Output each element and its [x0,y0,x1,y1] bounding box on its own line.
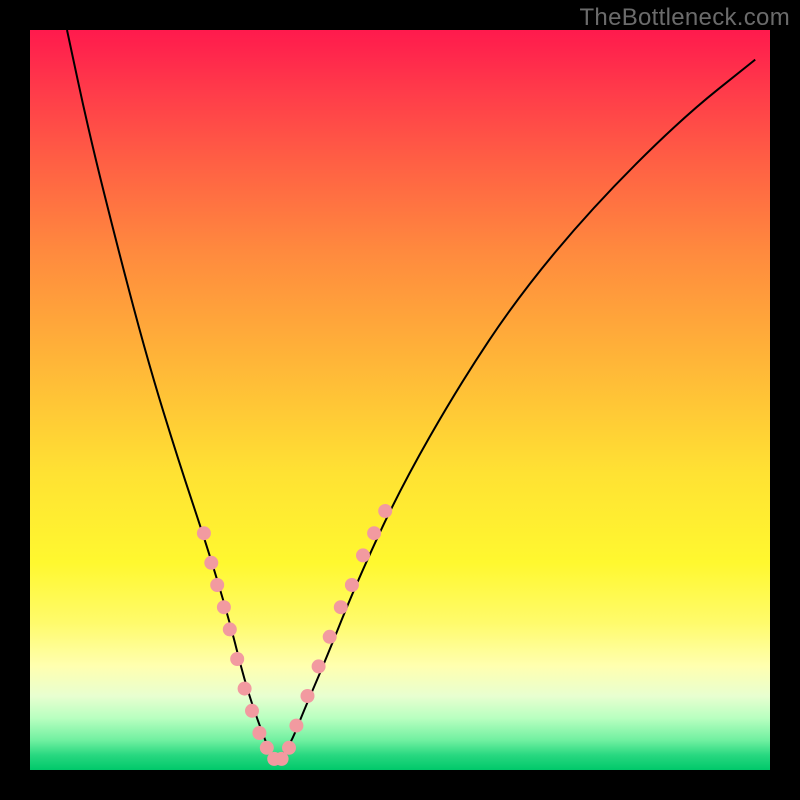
data-dot [323,630,337,644]
data-dot [282,741,296,755]
data-dot [367,526,381,540]
data-dot [345,578,359,592]
data-dot [378,504,392,518]
data-dot [230,652,244,666]
chart-frame: TheBottleneck.com [0,0,800,800]
watermark-text: TheBottleneck.com [579,4,790,32]
data-dot [289,719,303,733]
data-dot [356,548,370,562]
dot-cluster [197,504,392,766]
data-dot [301,689,315,703]
data-dot [238,682,252,696]
chart-svg [30,30,770,770]
data-dot [197,526,211,540]
data-dot [252,726,266,740]
data-dot [245,704,259,718]
data-dot [223,622,237,636]
data-dot [334,600,348,614]
bottleneck-curve [67,30,755,757]
plot-area [30,30,770,770]
data-dot [204,556,218,570]
data-dot [210,578,224,592]
data-dot [312,659,326,673]
data-dot [217,600,231,614]
